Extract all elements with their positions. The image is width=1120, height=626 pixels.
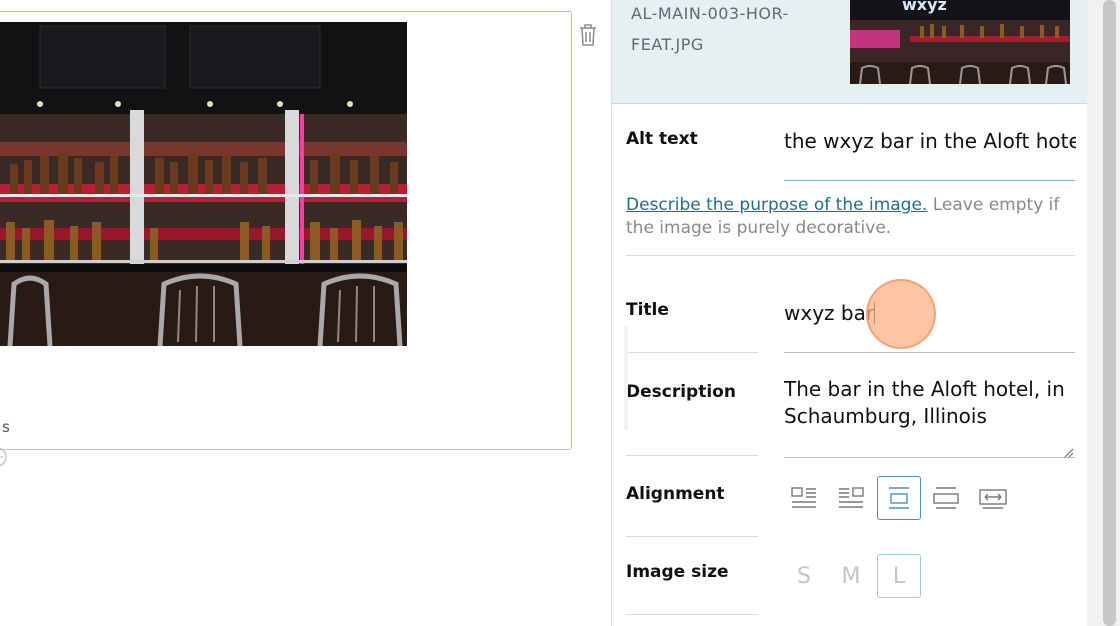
resize-handle-icon[interactable]: [1062, 444, 1074, 459]
align-left-button[interactable]: [782, 476, 826, 520]
divider: [626, 455, 758, 456]
field-focus-indicator: [624, 326, 628, 430]
align-wide-button[interactable]: [924, 476, 968, 520]
scrollbar-thumb[interactable]: [1103, 0, 1116, 626]
align-full-icon: [979, 489, 1007, 509]
alignment-label: Alignment: [626, 484, 725, 504]
title-input[interactable]: wxyz bar: [784, 301, 876, 325]
align-right-icon: [839, 487, 864, 508]
align-right-button[interactable]: [829, 476, 873, 520]
size-small-button[interactable]: S: [782, 554, 826, 598]
image-settings-panel: AL-MAIN-003-HOR-FEAT.JPG wxyz Alt text t…: [611, 0, 1088, 626]
trash-icon[interactable]: [577, 22, 599, 48]
caption-text[interactable]: s: [2, 418, 10, 436]
divider: [626, 352, 758, 353]
description-underline: [784, 457, 1075, 458]
image-size-label: Image size: [626, 562, 729, 582]
size-medium-button[interactable]: M: [829, 554, 873, 598]
size-large-button[interactable]: L: [877, 554, 921, 598]
alt-text-label: Alt text: [626, 129, 698, 149]
divider: [626, 536, 758, 537]
description-textarea[interactable]: The bar in the Aloft hotel, in Schaumbur…: [784, 376, 1074, 430]
thumb-logo: wxyz: [902, 0, 947, 14]
add-block-icon[interactable]: [0, 446, 16, 468]
alt-text-help: Describe the purpose of the image. Leave…: [626, 194, 1076, 240]
title-label: Title: [626, 300, 669, 320]
align-center-button[interactable]: [877, 476, 921, 520]
align-center-icon: [889, 487, 909, 509]
alt-text-help-link[interactable]: Describe the purpose of the image.: [626, 195, 927, 215]
align-full-button[interactable]: [971, 476, 1015, 520]
title-underline: [784, 352, 1075, 353]
alt-text-input[interactable]: the wxyz bar in the Aloft hotel in Schau…: [784, 129, 1076, 153]
alt-text-underline: [784, 180, 1075, 181]
align-left-icon: [791, 487, 816, 508]
divider: [626, 255, 1075, 256]
image-thumbnail: wxyz: [850, 0, 1070, 84]
file-name: AL-MAIN-003-HOR-FEAT.JPG: [631, 4, 789, 54]
divider: [626, 614, 758, 615]
description-label: Description: [626, 382, 736, 402]
click-indicator: [866, 279, 936, 349]
align-wide-icon: [933, 487, 959, 509]
bar-image[interactable]: [0, 22, 407, 346]
file-header: AL-MAIN-003-HOR-FEAT.JPG wxyz: [612, 0, 1088, 104]
title-value: wxyz bar: [784, 301, 875, 325]
